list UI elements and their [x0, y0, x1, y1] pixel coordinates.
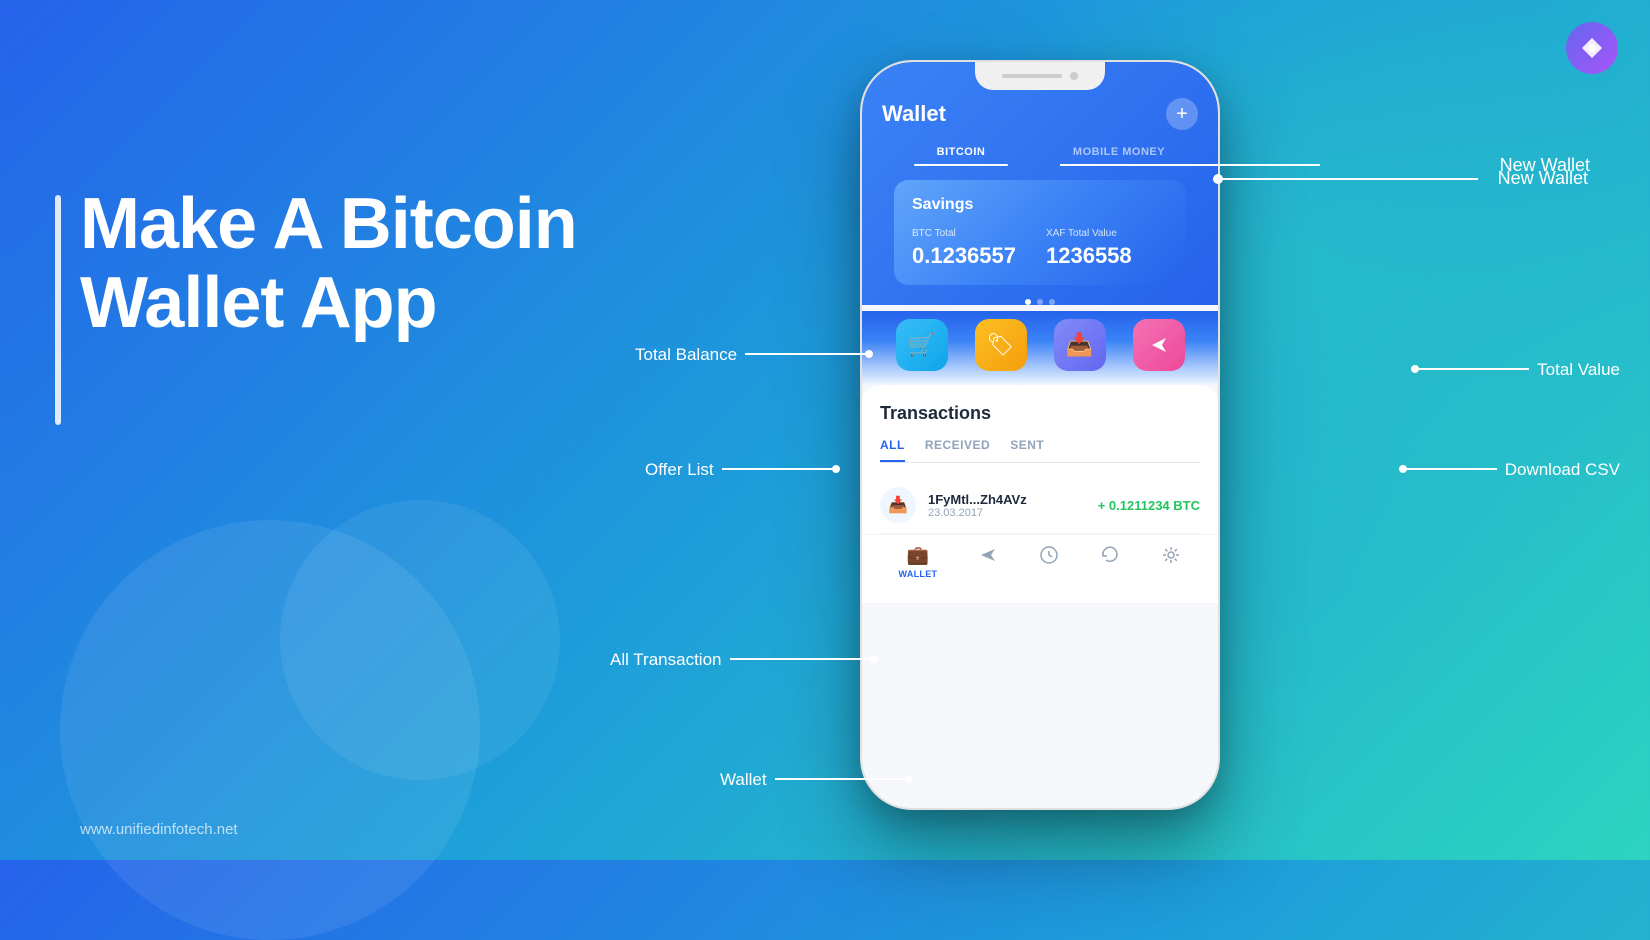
card-dot-1	[1025, 299, 1031, 305]
savings-title: Savings	[912, 196, 1168, 214]
total-balance-dot	[865, 350, 873, 358]
total-balance-annotation: Total Balance	[635, 345, 873, 365]
wallet-annotation-label: Wallet	[720, 770, 767, 790]
transactions-title: Transactions	[880, 403, 1200, 424]
bg-circle-2	[280, 500, 560, 780]
tx-download-icon: 📥	[880, 487, 916, 523]
new-wallet-line	[1060, 164, 1320, 166]
card-dot-3	[1049, 299, 1055, 305]
wallet-title: Wallet	[882, 101, 946, 127]
bottom-nav: 💼 WALLET	[862, 534, 1218, 603]
offer-list-label: Offer List	[645, 460, 714, 480]
card-dots	[882, 299, 1198, 305]
total-value-annotation: Total Value	[1411, 360, 1620, 380]
accent-bar	[55, 195, 61, 425]
new-wallet-arrow-line	[1218, 178, 1478, 180]
wallet-nav-icon: 💼	[907, 545, 929, 566]
all-transaction-annotation: All Transaction	[610, 650, 878, 670]
left-content: Make A Bitcoin Wallet App	[80, 185, 577, 343]
savings-card: Savings BTC Total 0.1236557 XAF Total Va…	[894, 180, 1186, 285]
nav-send[interactable]	[978, 545, 998, 579]
new-wallet-text: New Wallet	[1498, 168, 1588, 188]
all-transaction-label: All Transaction	[610, 650, 722, 670]
phone-tabs: BITCOIN MOBILE MONEY	[882, 138, 1198, 166]
logo-icon	[1566, 22, 1618, 74]
wallet-annotation: Wallet	[720, 770, 913, 790]
offer-list-annotation: Offer List	[645, 460, 840, 480]
phone-notch	[975, 62, 1105, 90]
tab-mobile-money[interactable]: MOBILE MONEY	[1040, 138, 1198, 166]
tx-date: 23.03.2017	[928, 507, 1086, 519]
offer-list-button[interactable]: 🛒	[896, 319, 948, 371]
new-wallet-arrow-dot	[1213, 174, 1223, 184]
total-balance-label: Total Balance	[635, 345, 737, 365]
tx-amount: + 0.1211234 BTC	[1098, 498, 1200, 513]
notch-dot	[1070, 72, 1078, 80]
tab-received[interactable]: RECEIVED	[925, 438, 990, 462]
transaction-item: 📥 1FyMtl...Zh4AVz 23.03.2017 + 0.1211234…	[880, 477, 1200, 534]
phone-header: Wallet + BITCOIN MOBILE MONEY Savings	[862, 62, 1218, 305]
notch-bar	[1002, 74, 1062, 78]
nav-wallet[interactable]: 💼 WALLET	[899, 545, 938, 579]
new-wallet-text-area: New Wallet	[1498, 168, 1588, 189]
nav-history[interactable]	[1100, 545, 1120, 579]
tx-address: 1FyMtl...Zh4AVz	[928, 492, 1086, 507]
settings-nav-icon	[1161, 545, 1181, 570]
download-csv-label: Download CSV	[1505, 460, 1620, 480]
card-dot-2	[1037, 299, 1043, 305]
phone-mockup: Wallet + BITCOIN MOBILE MONEY Savings	[860, 60, 1220, 820]
download-button[interactable]: 📥	[1054, 319, 1106, 371]
tag-button[interactable]: 🏷	[975, 319, 1027, 371]
xaf-total-col: XAF Total Value 1236558	[1046, 228, 1132, 269]
download-csv-annotation: Download CSV	[1399, 460, 1620, 480]
phone-screen: Wallet + BITCOIN MOBILE MONEY Savings	[862, 62, 1218, 808]
main-title: Make A Bitcoin Wallet App	[80, 185, 577, 343]
share-button[interactable]	[1133, 319, 1185, 371]
action-buttons: 🛒 🏷 📥	[862, 311, 1218, 385]
btc-label: BTC Total	[912, 228, 1016, 239]
xaf-value: 1236558	[1046, 243, 1132, 269]
transaction-tabs: ALL RECEIVED SENT	[880, 438, 1200, 463]
xaf-label: XAF Total Value	[1046, 228, 1132, 239]
btc-total-col: BTC Total 0.1236557	[912, 228, 1016, 269]
tab-all[interactable]: ALL	[880, 438, 905, 462]
tab-bitcoin[interactable]: BITCOIN	[882, 138, 1040, 166]
phone-header-top: Wallet +	[882, 98, 1198, 130]
tab-sent[interactable]: SENT	[1010, 438, 1044, 462]
clock-nav-icon	[1039, 545, 1059, 570]
nav-clock[interactable]	[1039, 545, 1059, 579]
phone-outer: Wallet + BITCOIN MOBILE MONEY Savings	[860, 60, 1220, 810]
send-nav-icon	[978, 545, 998, 570]
history-nav-icon	[1100, 545, 1120, 570]
nav-settings[interactable]	[1161, 545, 1181, 579]
footer-text: www.unifiedinfotech.net	[80, 821, 238, 838]
transactions-section: Transactions ALL RECEIVED SENT 📥 1FyM	[862, 385, 1218, 534]
add-wallet-button[interactable]: +	[1166, 98, 1198, 130]
total-value-label: Total Value	[1537, 360, 1620, 380]
total-balance-line	[745, 353, 865, 355]
btc-value: 0.1236557	[912, 243, 1016, 269]
wallet-nav-label: WALLET	[899, 569, 938, 579]
tx-info: 1FyMtl...Zh4AVz 23.03.2017	[928, 492, 1086, 519]
savings-row: BTC Total 0.1236557 XAF Total Value 1236…	[912, 228, 1168, 269]
